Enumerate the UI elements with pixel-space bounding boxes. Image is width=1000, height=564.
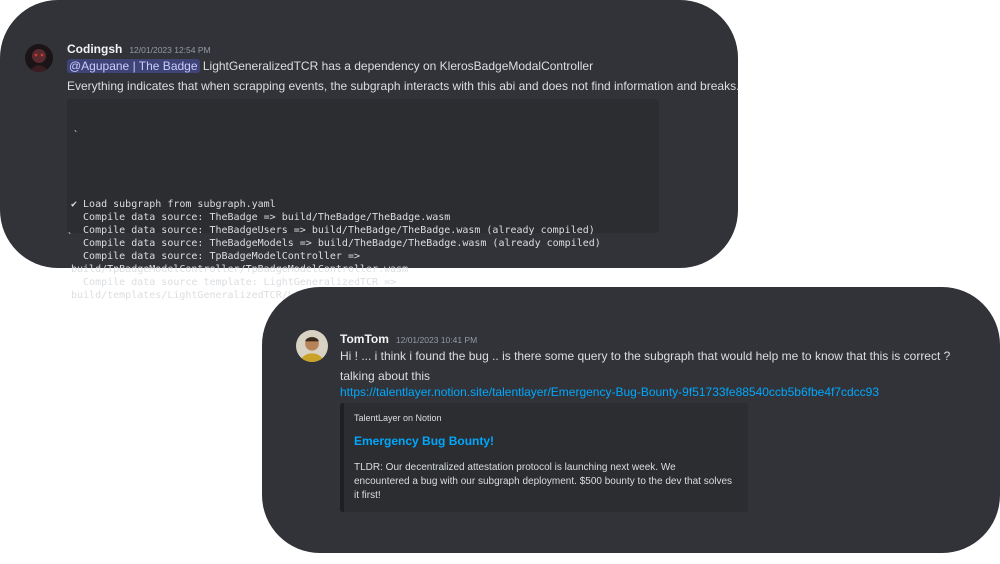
code-block: ` ✔ Load subgraph from subgraph.yaml Com…: [67, 99, 659, 301]
message-text: LightGeneralizedTCR has a dependency on …: [199, 59, 594, 73]
code-line: Compile data source: TheBadgeUsers => bu…: [71, 225, 595, 236]
message-link[interactable]: https://talentlayer.notion.site/talentla…: [340, 385, 879, 399]
code-line: Compile data source: TpBadgeModelControl…: [71, 251, 360, 262]
username[interactable]: TomTom: [340, 332, 389, 346]
message-text: Everything indicates that when scrapping…: [67, 79, 740, 93]
message-card-tomtom: TomTom 12/01/2023 10:41 PM Hi ! ... i th…: [262, 287, 1000, 553]
username[interactable]: Codingsh: [67, 42, 122, 56]
code-line: `: [73, 130, 80, 141]
message-text: talking about this: [340, 369, 431, 383]
message-timestamp: 12/01/2023 10:41 PM: [395, 335, 478, 345]
code-line: build/TpBadgeModelController/TpBadgeMode…: [71, 264, 409, 275]
code-line: ✔ Load subgraph from subgraph.yaml: [71, 199, 276, 210]
message-card-codingsh: Codingsh 12/01/2023 12:54 PM @Agupane | …: [0, 0, 740, 301]
message-line: @Agupane | The Badge LightGeneralizedTCR…: [67, 58, 593, 74]
message-text: Hi ! ... i think i found the bug .. is t…: [340, 349, 951, 363]
link-embed: TalentLayer on Notion Emergency Bug Boun…: [340, 403, 748, 512]
code-line: Compile data source: TheBadgeModels => b…: [71, 238, 601, 249]
code-line: Compile data source: TheBadge => build/T…: [71, 212, 451, 223]
user-mention[interactable]: @Agupane | The Badge: [67, 59, 200, 73]
embed-provider[interactable]: TalentLayer on Notion: [354, 413, 442, 423]
user-avatar-codingsh[interactable]: [25, 44, 53, 72]
message-timestamp: 12/01/2023 12:54 PM: [129, 45, 211, 55]
embed-title[interactable]: Emergency Bug Bounty!: [354, 434, 494, 448]
code-close: `: [67, 232, 74, 243]
embed-description: TLDR: Our decentralized attestation prot…: [354, 462, 733, 501]
user-avatar-tomtom[interactable]: [296, 330, 328, 362]
